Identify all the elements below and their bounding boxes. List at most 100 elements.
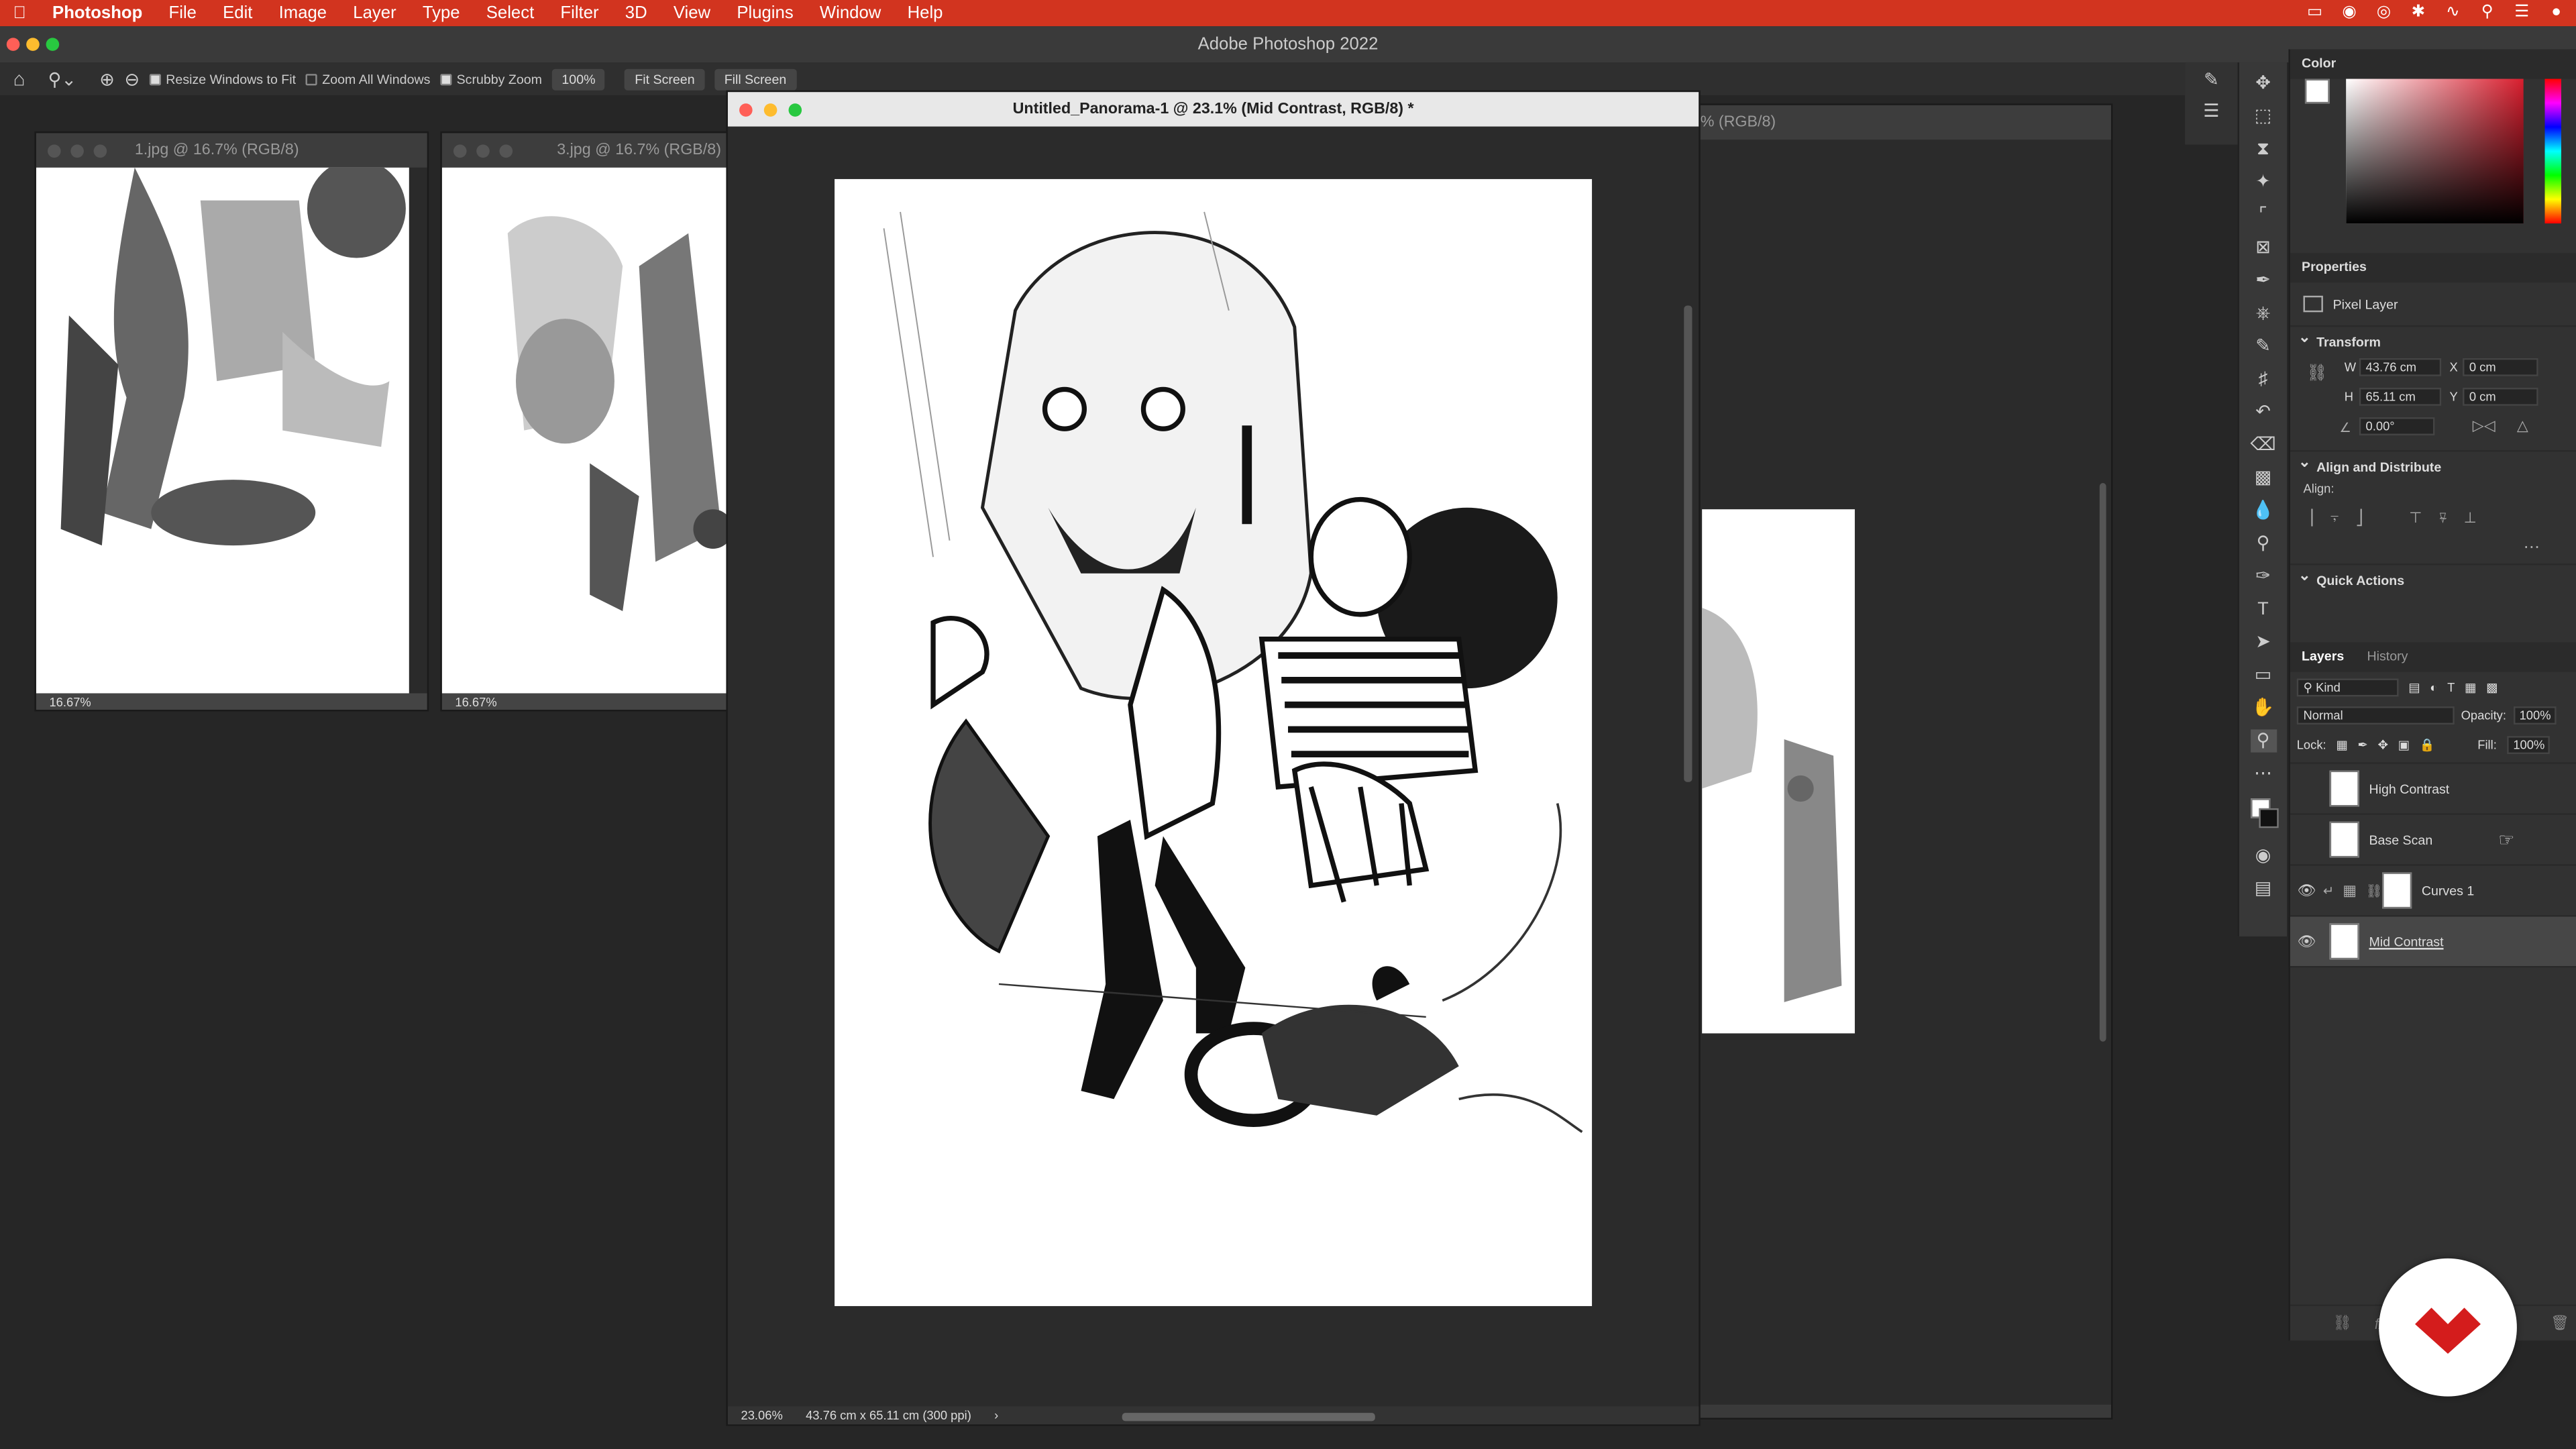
blur-tool-icon[interactable]: 💧 [2250,499,2276,522]
align-section[interactable]: Align and Distribute [2290,450,2576,480]
marquee-tool-icon[interactable]: ⬚ [2250,105,2276,128]
artwork-canvas[interactable] [1702,509,1855,1034]
horizontal-scrollbar[interactable] [1693,1404,2111,1418]
more-options-icon[interactable]: ⋯ [2290,539,2576,557]
adjustments-panel-icon[interactable]: ☰ [2185,100,2237,121]
fit-screen-button[interactable]: Fit Screen [625,68,705,90]
menu-plugins[interactable]: Plugins [724,3,807,23]
zoom-readout[interactable]: 23.06% [741,1406,782,1424]
menu-type[interactable]: Type [409,3,473,23]
magic-wand-icon[interactable]: ✦ [2250,171,2276,194]
hand-tool-icon[interactable]: ✋ [2250,696,2276,719]
quick-actions-section[interactable]: Quick Actions [2290,564,2576,593]
zoom-out-icon[interactable]: ⊖ [125,68,140,89]
document-title[interactable]: 3.jpg @ 16.7% (RGB/8) [441,133,728,168]
zoom-readout[interactable]: 16.67% [455,695,496,710]
menu-file[interactable]: File [156,3,210,23]
zoom-tool-icon[interactable]: ⚲ [2249,729,2277,753]
layer-mask-thumbnail[interactable] [2382,872,2412,909]
bluetooth-icon[interactable]: ✱ [2408,3,2428,23]
screen-mirror-icon[interactable]: ▭ [2305,3,2324,23]
tab-layers[interactable]: Layers [2302,643,2344,672]
eyedropper-icon[interactable]: ✒ [2250,270,2276,292]
lasso-tool-icon[interactable]: ⧗ [2250,138,2276,161]
vertical-scrollbar[interactable] [1684,305,1693,782]
document-window-1[interactable]: 1.jpg @ 16.7% (RGB/8) 16.67% [34,131,429,712]
move-tool-icon[interactable]: ✥ [2250,72,2276,95]
align-right-icon[interactable]: ⎦ [2356,509,2363,527]
menu-3d[interactable]: 3D [612,3,660,23]
zoom-doc-button[interactable] [93,144,107,158]
eraser-icon[interactable]: ⌫ [2250,434,2276,457]
height-field[interactable]: 65.11 cm [2359,387,2442,406]
flip-horizontal-icon[interactable]: ▷◁ [2473,417,2496,435]
brush-panel-icon[interactable]: ✎ [2185,69,2237,90]
document-window-2[interactable]: 3.jpg @ 16.7% (RGB/8) 16.67% [440,131,730,712]
color-panel-header[interactable]: Color [2290,49,2576,79]
lock-position-icon[interactable]: ✥ [2378,738,2388,753]
fill-field[interactable]: 100% [2506,736,2550,755]
stamp-tool-icon[interactable]: ♯ [2250,368,2276,391]
menu-filter[interactable]: Filter [547,3,612,23]
eye-icon[interactable]: 👁 [2290,932,2323,951]
document-title[interactable]: 1.jpg @ 16.7% (RGB/8) [36,133,427,168]
opacity-field[interactable]: 100% [2512,706,2556,725]
layer-thumbnail[interactable] [2329,923,2359,960]
flip-vertical-icon[interactable]: △ [2517,417,2528,435]
zoom-doc-button[interactable] [499,144,513,158]
delete-layer-icon[interactable]: 🗑 [2551,1314,2569,1332]
link-layers-icon[interactable]: ⛓ [2333,1314,2352,1332]
close-doc-button[interactable] [739,103,753,117]
cc-status-icon[interactable]: ◎ [2374,3,2394,23]
eye-icon[interactable]: 👁 [2290,881,2323,900]
zoom-100-button[interactable]: 100% [551,68,606,90]
layer-thumbnail[interactable] [2329,821,2359,858]
align-left-icon[interactable]: ⎥ [2306,509,2314,527]
pen-tool-icon[interactable]: ✑ [2250,565,2276,588]
align-hcenter-icon[interactable]: ⍪ [2330,509,2339,527]
layer-name[interactable]: Base Scan [2369,832,2432,847]
zoom-readout[interactable]: 16.67% [49,695,91,710]
layer-thumbnail[interactable] [2329,770,2359,807]
shape-tool-icon[interactable]: ▭ [2250,663,2276,686]
quick-mask-icon[interactable]: ◉ [2250,845,2276,867]
scrubby-zoom-option[interactable]: Scrubby Zoom [440,72,542,87]
hue-slider[interactable] [2544,78,2561,224]
tab-history[interactable]: History [2367,643,2408,672]
width-field[interactable]: 43.76 cm [2359,358,2442,376]
align-bottom-icon[interactable]: ⊥ [2464,509,2477,527]
brush-tool-icon[interactable]: ✎ [2250,335,2276,358]
align-vcenter-icon[interactable]: ⍫ [2438,509,2447,527]
home-icon[interactable]: ⌂ [13,67,25,90]
minimize-doc-button[interactable] [476,144,490,158]
link-icon[interactable]: ⛓ [2306,365,2327,383]
resize-windows-option[interactable]: Resize Windows to Fit [149,72,296,87]
menu-help[interactable]: Help [894,3,956,23]
curves-adjustment-icon[interactable]: ▦ [2343,881,2365,900]
layer-name[interactable]: Curves 1 [2422,883,2474,898]
menu-view[interactable]: View [660,3,723,23]
zoom-doc-button[interactable] [788,103,802,117]
color-swatches-icon[interactable] [2249,795,2278,835]
horizontal-scrollbar[interactable] [1122,1413,1375,1421]
control-center-icon[interactable]: ☰ [2512,3,2532,23]
frame-tool-icon[interactable]: ⊠ [2250,237,2276,260]
filter-smart-object-icon[interactable]: ▩ [2486,680,2498,695]
menu-edit[interactable]: Edit [210,3,266,23]
layer-row-high-contrast[interactable]: High Contrast [2290,764,2576,815]
chevron-right-icon[interactable]: › [994,1406,998,1424]
filter-type-icon[interactable]: T [2447,680,2455,695]
spotlight-icon[interactable]: ⚲ [2477,3,2497,23]
y-field[interactable]: 0 cm [2463,387,2538,406]
wifi-icon[interactable]: ∿ [2443,3,2463,23]
filter-pixel-icon[interactable]: ▤ [2408,680,2420,695]
type-tool-icon[interactable]: T [2250,598,2276,621]
apple-icon[interactable]:  [0,3,39,23]
chain-link-icon[interactable]: ⛓ [2366,883,2383,898]
document-window-4[interactable]: % (RGB/8) [1692,103,2113,1419]
history-brush-icon[interactable]: ↶ [2250,401,2276,424]
layer-row-curves[interactable]: 👁 ↵ ▦ ⛓ Curves 1 [2290,866,2576,917]
zoom-in-icon[interactable]: ⊕ [99,68,115,89]
artwork-canvas[interactable] [441,167,728,694]
lock-transparent-icon[interactable]: ▦ [2336,738,2347,753]
